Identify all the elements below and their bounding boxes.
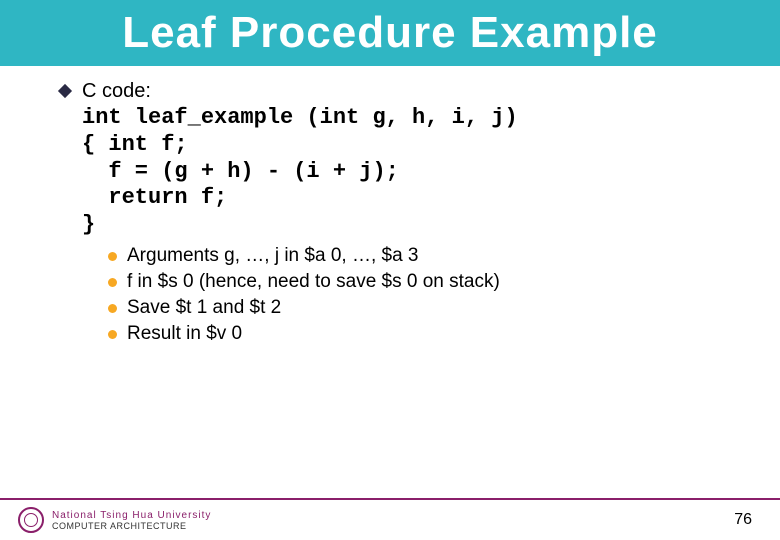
section-heading-row: C code: — [60, 80, 740, 103]
list-item-text: Save $t 1 and $t 2 — [127, 297, 281, 319]
list-item-text: Result in $v 0 — [127, 323, 242, 345]
diamond-bullet-icon — [58, 84, 72, 98]
code-block: int leaf_example (int g, h, i, j) { int … — [82, 105, 740, 239]
sub-list: Arguments g, …, j in $a 0, …, $a 3 f in … — [108, 245, 740, 345]
list-item: f in $s 0 (hence, need to save $s 0 on s… — [108, 271, 740, 293]
dot-bullet-icon — [108, 252, 117, 261]
slide-footer: National Tsing Hua University COMPUTER A… — [0, 498, 780, 540]
section-heading: C code: — [82, 80, 151, 103]
university-name: National Tsing Hua University — [52, 510, 211, 521]
list-item: Save $t 1 and $t 2 — [108, 297, 740, 319]
university-logo-icon — [18, 507, 44, 533]
slide-content: C code: int leaf_example (int g, h, i, j… — [0, 66, 780, 345]
dot-bullet-icon — [108, 278, 117, 287]
footer-branding: National Tsing Hua University COMPUTER A… — [18, 507, 211, 533]
dot-bullet-icon — [108, 330, 117, 339]
department-name: COMPUTER ARCHITECTURE — [52, 521, 211, 531]
dot-bullet-icon — [108, 304, 117, 313]
footer-text-block: National Tsing Hua University COMPUTER A… — [52, 510, 211, 531]
list-item-text: Arguments g, …, j in $a 0, …, $a 3 — [127, 245, 418, 267]
title-bar: Leaf Procedure Example — [0, 0, 780, 66]
list-item: Result in $v 0 — [108, 323, 740, 345]
list-item: Arguments g, …, j in $a 0, …, $a 3 — [108, 245, 740, 267]
page-number: 76 — [734, 511, 752, 529]
list-item-text: f in $s 0 (hence, need to save $s 0 on s… — [127, 271, 500, 293]
slide-title: Leaf Procedure Example — [0, 8, 780, 58]
